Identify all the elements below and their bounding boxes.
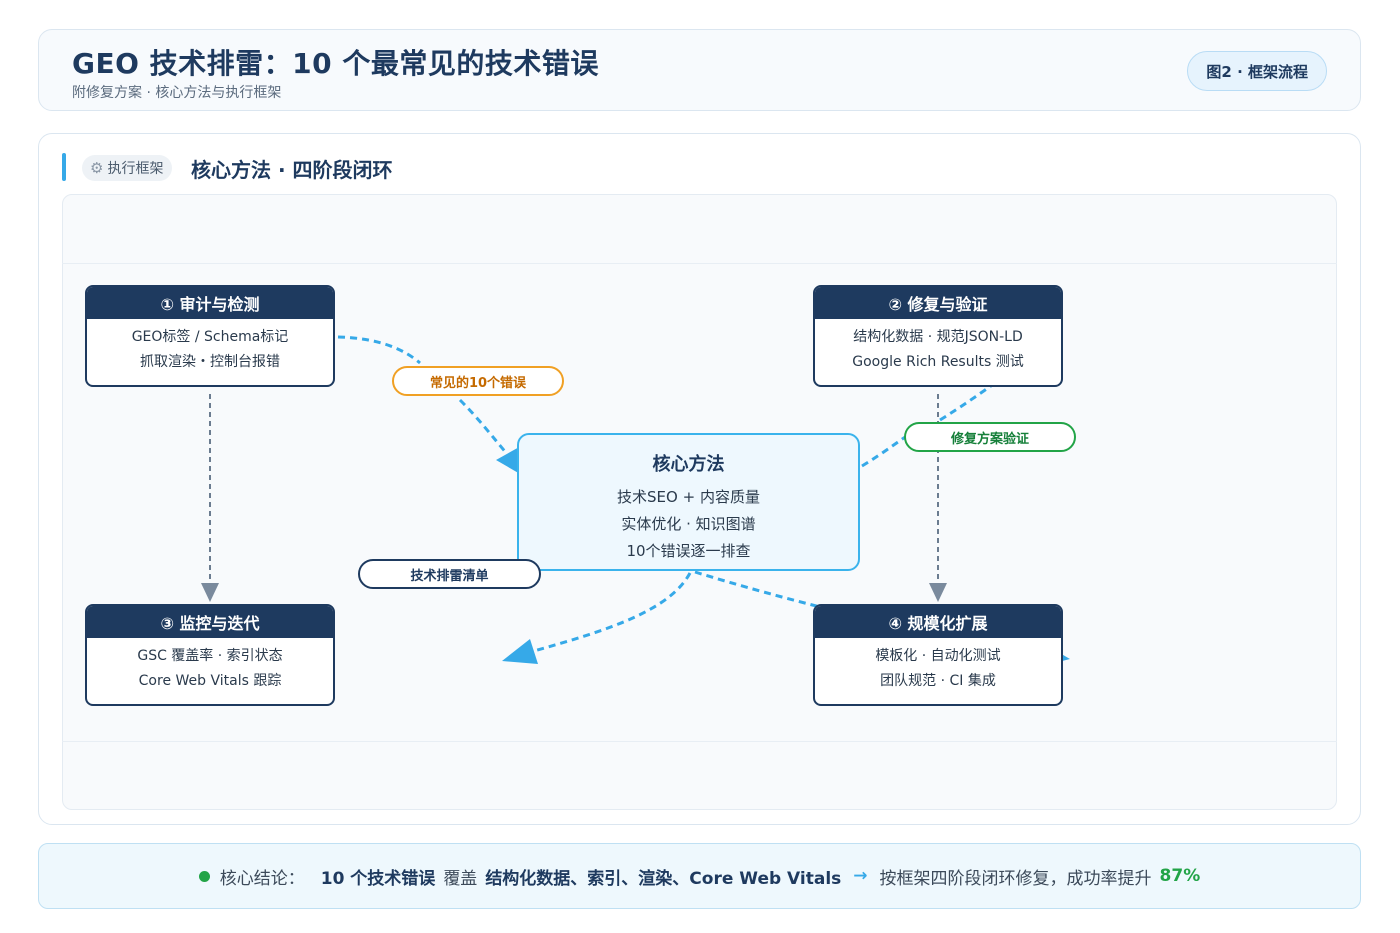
- conclusion-verb: 覆盖: [443, 868, 478, 889]
- node-monitor-line: GSC 覆盖率 · 索引状态: [137, 648, 283, 664]
- node-fix-line: Google Rich Results 测试: [852, 354, 1024, 370]
- conclusion-highlight-errors: 10 个技术错误: [320, 868, 436, 889]
- conclusion-highlight-areas: 结构化数据、索引、渲染、Core Web Vitals: [485, 868, 842, 889]
- core-method-node: 核心方法 技术SEO + 内容质量 实体优化 · 知识图谱 10个错误逐一排查: [517, 433, 860, 571]
- edge-label-fix-validation: 修复方案验证: [904, 422, 1076, 452]
- node-scale-title: ④ 规模化扩展: [815, 606, 1061, 638]
- node-monitor-line: Core Web Vitals 跟踪: [138, 673, 282, 689]
- node-audit: ① 审计与检测 GEO标签 / Schema标记 抓取渲染・控制台报错: [85, 285, 335, 387]
- conclusion-percent: 87%: [1159, 866, 1201, 886]
- edge-audit-to-monitor: [201, 394, 219, 602]
- node-scale-line: 团队规范 · CI 集成: [880, 673, 996, 689]
- arrow-right-icon: →: [853, 866, 868, 886]
- edge-label-checklist: 技术排雷清单: [358, 559, 541, 589]
- node-monitor-title: ③ 监控与迭代: [87, 606, 333, 638]
- conclusion-label: 核心结论：: [219, 868, 305, 889]
- node-audit-line: 抓取渲染・控制台报错: [140, 354, 280, 370]
- core-method-line: 技术SEO + 内容质量: [617, 488, 760, 506]
- status-dot-icon: [198, 870, 210, 882]
- core-method-line: 10个错误逐一排查: [626, 542, 751, 560]
- edge-audit-to-core: [337, 335, 527, 478]
- node-scale: ④ 规模化扩展 模板化 · 自动化测试 团队规范 · CI 集成: [813, 604, 1063, 706]
- core-method-title: 核心方法: [652, 454, 725, 475]
- edge-label-common-errors: 常见的10个错误: [392, 366, 564, 396]
- node-fix-line: 结构化数据 · 规范JSON-LD: [853, 329, 1023, 345]
- node-monitor: ③ 监控与迭代 GSC 覆盖率 · 索引状态 Core Web Vitals 跟…: [85, 604, 335, 706]
- conclusion-text: 按框架四阶段闭环修复，成功率提升: [879, 868, 1152, 889]
- node-audit-title: ① 审计与检测: [87, 287, 333, 319]
- node-audit-line: GEO标签 / Schema标记: [131, 329, 289, 345]
- node-fix-title: ② 修复与验证: [815, 287, 1061, 319]
- core-method-line: 实体优化 · 知识图谱: [621, 515, 756, 533]
- node-fix: ② 修复与验证 结构化数据 · 规范JSON-LD Google Rich Re…: [813, 285, 1063, 387]
- node-scale-line: 模板化 · 自动化测试: [875, 648, 1001, 664]
- conclusion-banner: 核心结论： 10 个技术错误 覆盖 结构化数据、索引、渲染、Core Web V…: [38, 843, 1361, 909]
